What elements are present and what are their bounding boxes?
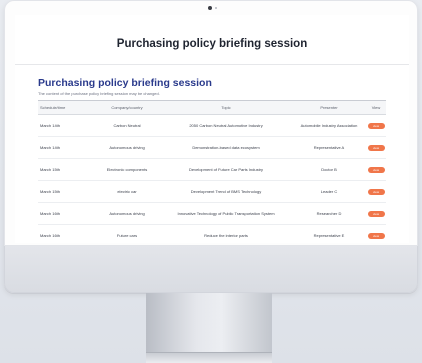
cell-company: electric car bbox=[117, 189, 137, 194]
cell-date: March 14th bbox=[40, 145, 61, 150]
header-company: Company/country bbox=[111, 105, 143, 110]
section-title: Purchasing policy briefing session bbox=[38, 77, 212, 89]
monitor: Purchasing policy briefing session Purch… bbox=[4, 0, 418, 293]
cell-presenter: Doctor B bbox=[321, 167, 337, 172]
view-button[interactable]: view bbox=[367, 122, 385, 129]
table-row: March 16th Autonomous driving Innovative… bbox=[38, 203, 386, 225]
cell-presenter: Representative A bbox=[313, 145, 345, 150]
monitor-bezel: Purchasing policy briefing session Purch… bbox=[4, 0, 418, 246]
cell-topic: Demonstration-based data ecosystem bbox=[192, 145, 260, 150]
cell-company: Carbon Neutral bbox=[113, 123, 141, 128]
table-row: March 14th Carbon Neutral 2050 Carbon Ne… bbox=[38, 115, 386, 137]
view-button[interactable]: view bbox=[367, 144, 385, 151]
view-button[interactable]: view bbox=[367, 210, 385, 217]
header-view: View bbox=[371, 105, 381, 110]
view-button[interactable]: view bbox=[367, 232, 385, 239]
cell-topic: Development Trend of BMS Technology bbox=[190, 189, 262, 194]
schedule-table: Schedule/time Company/country Topic Pres… bbox=[38, 100, 386, 243]
cell-topic: Reduce the interior parts bbox=[204, 233, 248, 238]
scene: Purchasing policy briefing session Purch… bbox=[0, 0, 422, 363]
header-topic: Topic bbox=[221, 105, 231, 110]
table-header: Schedule/time Company/country Topic Pres… bbox=[38, 100, 386, 115]
cell-topic: Innovative Technology of Public Transpor… bbox=[177, 211, 275, 216]
monitor-stand bbox=[146, 293, 272, 353]
cell-company: Autonomous driving bbox=[109, 211, 145, 216]
cell-presenter: Automobile Industry Association bbox=[300, 123, 358, 128]
cell-presenter: Leader C bbox=[320, 189, 338, 194]
cell-presenter: Researcher D bbox=[316, 211, 342, 216]
monitor-stand-foot bbox=[146, 352, 272, 363]
sensor-icon bbox=[215, 7, 217, 9]
cell-presenter: Representative E bbox=[313, 233, 345, 238]
cell-company: Autonomous driving bbox=[109, 145, 145, 150]
camera-icon bbox=[208, 6, 212, 10]
cell-date: March 14th bbox=[40, 123, 61, 128]
view-button[interactable]: view bbox=[367, 166, 385, 173]
cell-date: March 16th bbox=[40, 211, 61, 216]
page-title: Purchasing policy briefing session bbox=[116, 38, 308, 50]
header-schedule: Schedule/time bbox=[40, 105, 66, 110]
header-divider bbox=[15, 64, 409, 65]
cell-topic: 2050 Carbon Neutral Automotive Industry bbox=[189, 123, 263, 128]
cell-topic: Development of Future Car Parts Industry bbox=[188, 167, 264, 172]
view-button[interactable]: view bbox=[367, 188, 385, 195]
cell-company: Future cars bbox=[116, 233, 138, 238]
table-row: March 14th Autonomous driving Demonstrat… bbox=[38, 137, 386, 159]
table-row: March 15th electric car Development Tren… bbox=[38, 181, 386, 203]
section-subtitle: The content of the purchase policy brief… bbox=[38, 91, 160, 96]
cell-date: March 16th bbox=[40, 233, 61, 238]
table-row: March 16th Future cars Reduce the interi… bbox=[38, 225, 386, 243]
cell-date: March 15th bbox=[40, 167, 61, 172]
screen: Purchasing policy briefing session Purch… bbox=[15, 15, 409, 243]
cell-company: Electronic components bbox=[106, 167, 148, 172]
monitor-chin bbox=[4, 246, 418, 293]
cell-date: March 15th bbox=[40, 189, 61, 194]
table-row: March 15th Electronic components Develop… bbox=[38, 159, 386, 181]
header-presenter: Presenter bbox=[320, 105, 338, 110]
